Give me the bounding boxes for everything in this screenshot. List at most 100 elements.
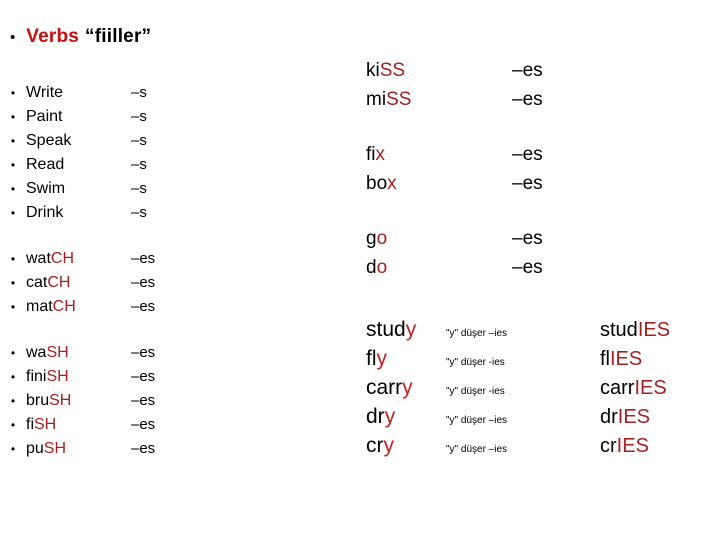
verb-stem: pu — [26, 440, 44, 457]
verb-plural-form: carrIES — [566, 377, 667, 400]
y-to-ies-table: study "y" düşer –ies studIES fly "y" düşer -… — [366, 318, 720, 463]
verb-suffix: –s — [131, 108, 147, 125]
verb-ending-highlight: y — [402, 376, 413, 399]
title-bullet-icon: • — [10, 29, 16, 46]
verb-ending-highlight: CH — [47, 274, 71, 291]
list-item: • Speak –s — [0, 132, 340, 156]
verb-suffix: –es — [131, 392, 156, 409]
verb-stem: fi — [366, 144, 376, 165]
verb-stem: Read — [26, 156, 65, 173]
bullet-icon: • — [10, 134, 16, 148]
verb-stem: Swim — [26, 180, 66, 197]
verb-ending-highlight: y — [405, 318, 417, 341]
table-row: carry "y" düşer -ies carrIES — [366, 376, 720, 405]
verb-stem: d — [366, 257, 377, 278]
bullet-icon: • — [10, 346, 16, 360]
bullet-icon: • — [10, 110, 16, 124]
verb-word: Paint — [26, 108, 131, 126]
verb-ending-highlight: SS — [379, 60, 406, 81]
verb-group-plain-s-verbs: • Write –s • Paint –s • Speak –s • Read –s • Swim –s • D… — [0, 84, 340, 228]
slide-title: • Verbs “fiiller” — [10, 26, 151, 48]
verb-word: fiSH — [26, 416, 131, 434]
verb-suffix: –es — [512, 144, 543, 165]
list-item: • Write –s — [0, 84, 340, 108]
verb-plural-form: crIES — [566, 435, 649, 458]
plural-stem: dr — [600, 406, 618, 428]
list-item: • catCH –es — [0, 274, 340, 298]
right-column: kiSS –es miSS –es fix –es box –es go –es do –es — [366, 60, 720, 312]
verb-word: fly — [366, 347, 438, 371]
verb-ending-highlight: SH — [46, 344, 69, 361]
rule-annotation: "y" düşer -ies — [446, 386, 505, 397]
list-item: • Swim –s — [0, 180, 340, 204]
verb-ending-highlight: SH — [49, 392, 72, 409]
verb-word: go — [366, 228, 512, 250]
verb-suffix: –es — [512, 257, 543, 278]
verb-stem: carr — [366, 376, 403, 399]
verb-word: catCH — [26, 274, 131, 292]
verb-word: carry — [366, 376, 438, 400]
verb-group-o-verbs: go –es do –es — [366, 228, 720, 286]
list-item: miSS –es — [366, 89, 720, 118]
verb-ending-highlight: SH — [34, 416, 57, 433]
list-item: • finiSH –es — [0, 368, 340, 392]
verb-stem: bo — [366, 173, 388, 194]
rule-annotation: "y" düşer –ies — [446, 328, 508, 339]
list-item: • bruSH –es — [0, 392, 340, 416]
list-item: fix –es — [366, 144, 720, 173]
plural-stem: fl — [600, 348, 610, 370]
verb-stem: mi — [366, 89, 387, 110]
left-column: • Write –s • Paint –s • Speak –s • Read –s • Swim –s • D… — [0, 84, 340, 486]
verb-ending-highlight: o — [376, 257, 388, 278]
list-item: • Read –s — [0, 156, 340, 180]
bullet-icon: • — [10, 206, 16, 220]
verb-suffix: –es — [512, 173, 543, 194]
verb-ending-highlight: y — [376, 347, 388, 370]
verb-word: kiSS — [366, 60, 512, 82]
verb-suffix: –s — [131, 180, 147, 197]
verb-word: Swim — [26, 180, 131, 198]
verb-stem: cat — [26, 274, 48, 291]
list-item: do –es — [366, 257, 720, 286]
verb-ending-highlight: SH — [46, 368, 69, 385]
verb-stem: fini — [26, 368, 47, 385]
verb-word: bruSH — [26, 392, 131, 410]
plural-ending-highlight: IES — [634, 377, 667, 399]
plural-ending-highlight: IES — [610, 348, 643, 370]
verb-ending-highlight: SS — [386, 89, 412, 110]
table-row: fly "y" düşer -ies flIES — [366, 347, 720, 376]
verb-stem: Paint — [26, 108, 63, 125]
verb-stem: dr — [366, 405, 385, 428]
bullet-icon: • — [10, 370, 16, 384]
verb-plural-form: studIES — [566, 319, 670, 342]
list-item: go –es — [366, 228, 720, 257]
verb-suffix: –s — [131, 132, 147, 149]
list-item: • Paint –s — [0, 108, 340, 132]
verb-group-sh-verbs: • waSH –es • finiSH –es • bruSH –es • fiSH –es • puSH… — [0, 344, 340, 464]
verb-stem: fi — [26, 416, 34, 433]
verb-suffix: –es — [131, 274, 156, 291]
verb-word: miSS — [366, 89, 512, 111]
verb-suffix: –s — [131, 204, 147, 221]
verb-suffix: –es — [512, 60, 543, 81]
plural-ending-highlight: IES — [616, 435, 649, 457]
verb-stem: Write — [26, 84, 64, 101]
verb-stem: mat — [26, 298, 53, 315]
list-item: • Drink –s — [0, 204, 340, 228]
verb-word: puSH — [26, 440, 131, 458]
verb-stem: ki — [366, 60, 380, 81]
verb-word: watCH — [26, 250, 131, 268]
verb-group-ch-verbs: • watCH –es • catCH –es • matCH –es — [0, 250, 340, 322]
verb-stem: cr — [366, 434, 384, 457]
list-item: • puSH –es — [0, 440, 340, 464]
bullet-icon: • — [10, 276, 16, 290]
verb-word: finiSH — [26, 368, 131, 386]
bullet-icon: • — [10, 158, 16, 172]
bullet-icon: • — [10, 394, 16, 408]
verb-word: fix — [366, 144, 512, 166]
verb-stem: bru — [26, 392, 50, 409]
verb-word: box — [366, 173, 512, 195]
plural-stem: cr — [600, 435, 617, 457]
rule-annotation: "y" düşer –ies — [446, 444, 508, 455]
verb-word: Read — [26, 156, 131, 174]
